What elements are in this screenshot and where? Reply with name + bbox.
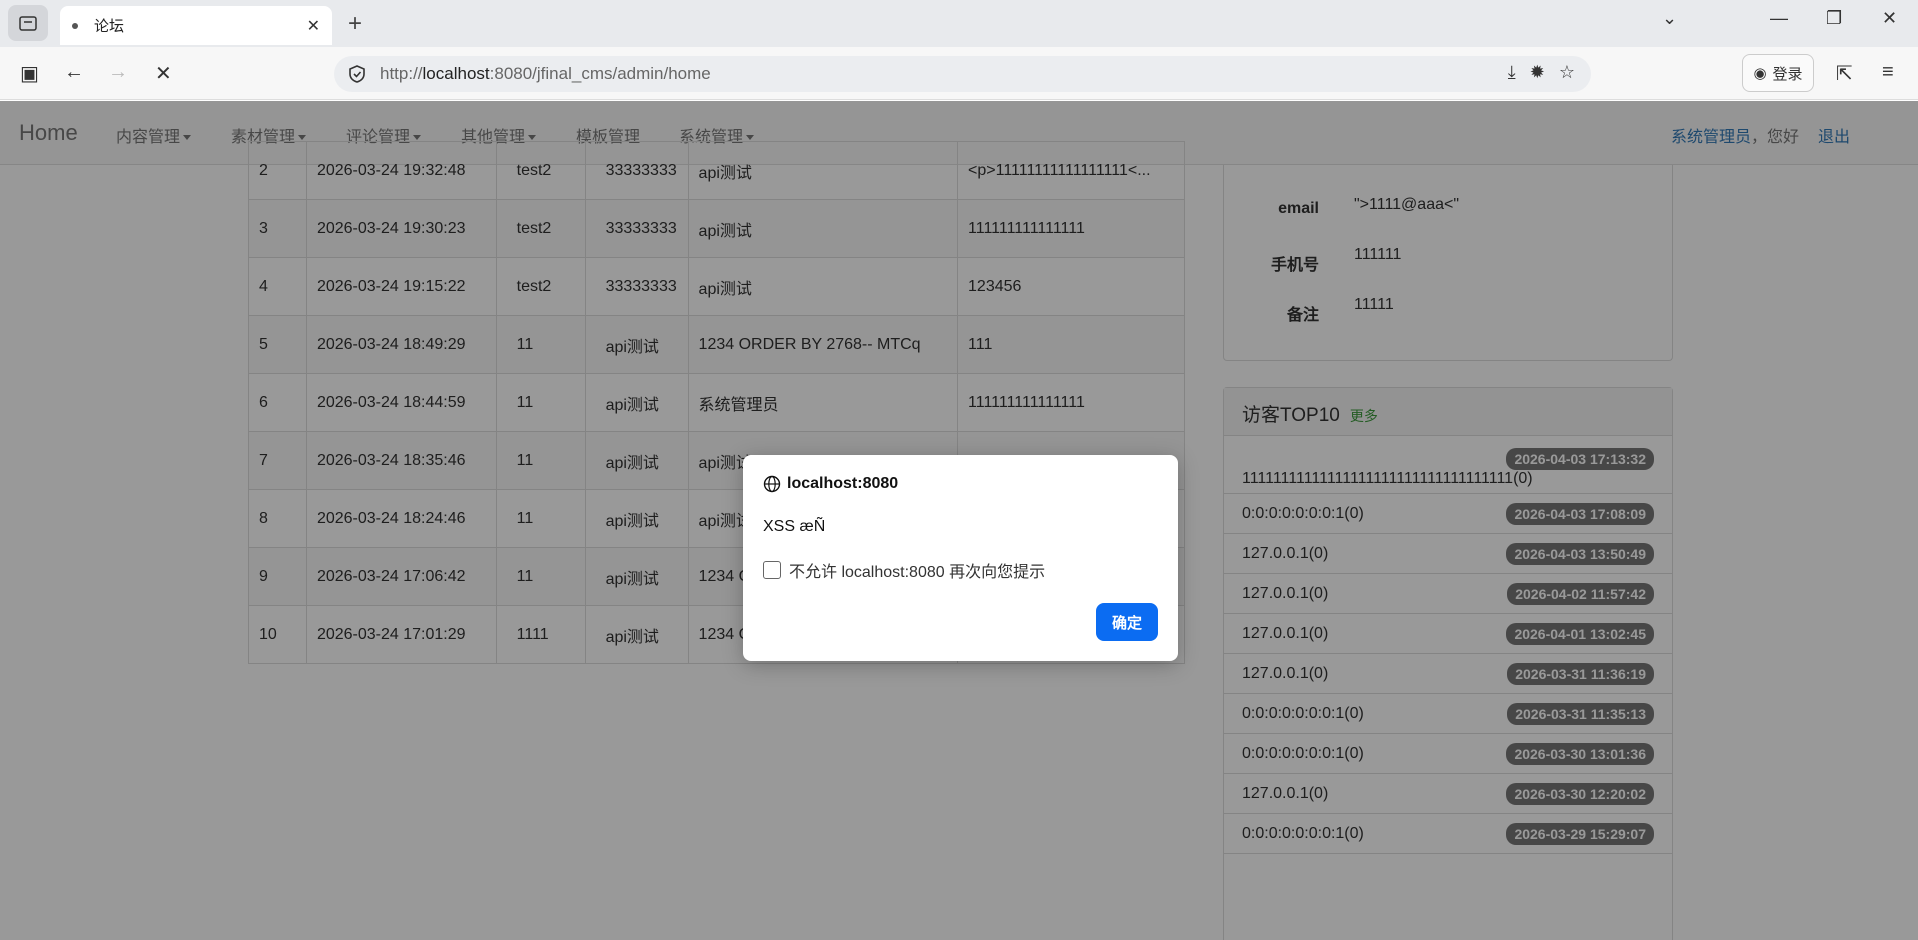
dialog-origin-text: localhost:8080	[787, 475, 899, 492]
sidebar-toggle-icon[interactable]: ▣	[20, 61, 39, 86]
suppress-dialogs-label: 不允许 localhost:8080 再次向您提示	[789, 564, 1046, 581]
suppress-dialogs-checkbox[interactable]: 不允许 localhost:8080 再次向您提示	[763, 558, 1045, 582]
new-tab-button[interactable]: +	[348, 10, 362, 38]
login-label: 登录	[1772, 65, 1803, 83]
close-window-button[interactable]: ✕	[1882, 8, 1897, 29]
forward-button[interactable]: →	[108, 61, 128, 84]
url-text[interactable]: http://localhost:8080/jfinal_cms/admin/h…	[380, 64, 711, 84]
tab-groups-icon	[19, 16, 37, 31]
restore-button[interactable]: ❐	[1826, 8, 1842, 29]
browser-login-button[interactable]: ◉ 登录	[1742, 54, 1814, 92]
tab-title: 论坛	[94, 18, 125, 35]
dialog-message: XSS æÑ	[763, 518, 826, 535]
address-bar[interactable]: http://localhost:8080/jfinal_cms/admin/h…	[334, 56, 1591, 92]
loading-dot-icon	[72, 22, 78, 29]
minimize-button[interactable]: —	[1770, 8, 1788, 29]
bookmark-star-icon[interactable]: ☆	[1559, 62, 1575, 83]
tab-list-chevron-icon[interactable]: ⌄	[1662, 8, 1677, 29]
browser-tab-active[interactable]: 论坛 ✕	[60, 6, 332, 45]
tab-groups-button[interactable]	[8, 5, 48, 41]
dialog-origin: localhost:8080	[763, 475, 898, 493]
address-bar-actions: ⤓ ✹ ☆	[1508, 62, 1575, 83]
browser-toolbar: ▣ ← → ✕ http://localhost:8080/jfinal_cms…	[0, 47, 1918, 100]
download-icon[interactable]: ⤓	[1508, 62, 1516, 83]
tab-close-icon[interactable]: ✕	[307, 16, 320, 36]
globe-icon	[763, 475, 781, 493]
url-path: :8080/jfinal_cms/admin/home	[489, 64, 711, 83]
back-button[interactable]: ←	[64, 61, 84, 84]
debug-bug-icon[interactable]: ✹	[1530, 62, 1545, 83]
url-scheme: http://	[380, 64, 423, 83]
stop-loading-button[interactable]: ✕	[155, 61, 172, 86]
url-host: localhost	[422, 64, 490, 83]
checkbox-box[interactable]	[763, 561, 781, 579]
alert-dialog: localhost:8080 XSS æÑ 不允许 localhost:8080…	[743, 455, 1178, 661]
browser-tab-bar: 论坛 ✕ + ⌄ — ❐ ✕	[0, 0, 1918, 47]
browser-menu-icon[interactable]: ≡	[1882, 61, 1894, 84]
extensions-icon[interactable]: ⇱	[1836, 61, 1853, 86]
site-security-icon[interactable]	[348, 64, 366, 84]
user-circle-icon: ◉	[1753, 65, 1767, 82]
ok-button[interactable]: 确定	[1096, 603, 1158, 641]
